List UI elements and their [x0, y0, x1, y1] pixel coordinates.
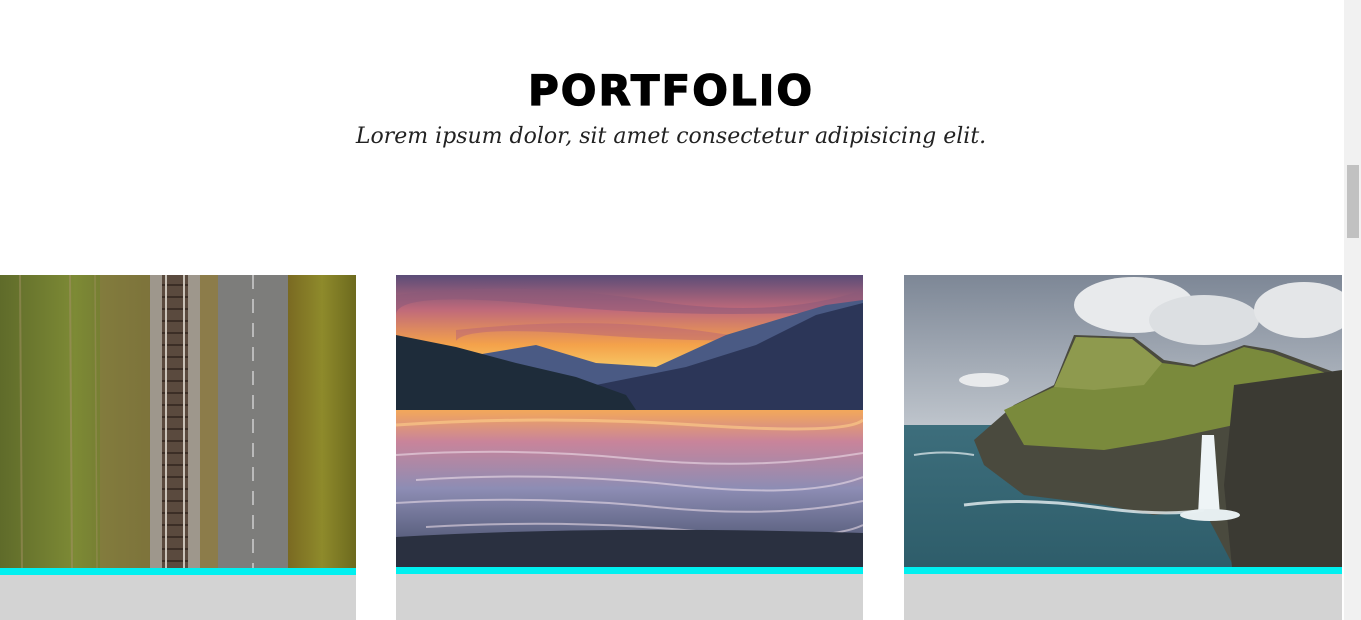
section-title: PORTFOLIO: [527, 65, 815, 115]
sea-cliff-waterfall-photo: [904, 275, 1342, 567]
portfolio-card-railway[interactable]: [0, 275, 356, 620]
scrollbar-thumb[interactable]: [1347, 165, 1359, 238]
card-accent-bar: [904, 567, 1342, 574]
section-subtitle: Lorem ipsum dolor, sit amet consectetur …: [355, 124, 987, 149]
card-accent-bar: [0, 568, 356, 575]
mountain-lake-sunset-photo: [396, 275, 863, 567]
portfolio-card-lake[interactable]: [396, 275, 863, 620]
portfolio-card-cliff[interactable]: [904, 275, 1342, 620]
aerial-railway-photo: [0, 275, 356, 568]
card-accent-bar: [396, 567, 863, 574]
portfolio-page: PORTFOLIO Lorem ipsum dolor, sit amet co…: [0, 0, 1361, 620]
vertical-scrollbar[interactable]: [1344, 0, 1361, 620]
